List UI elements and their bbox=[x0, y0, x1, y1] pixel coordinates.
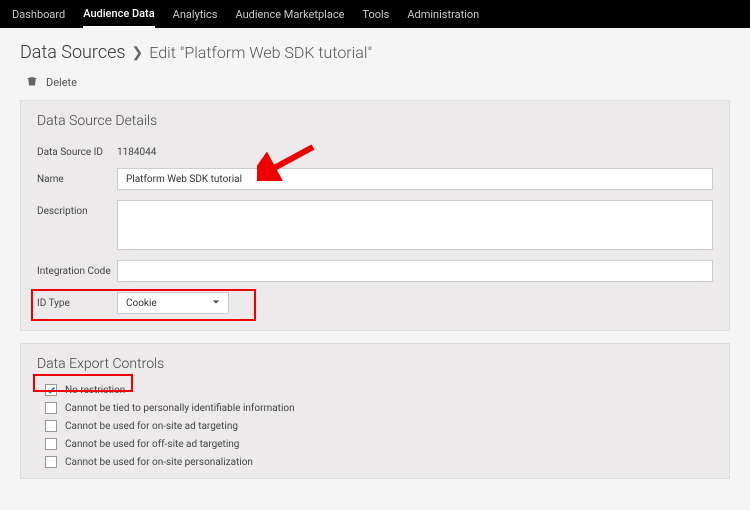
breadcrumb-current: Edit "Platform Web SDK tutorial" bbox=[149, 43, 372, 62]
checkbox-pii[interactable] bbox=[45, 402, 57, 414]
export-item-label: No restriction bbox=[65, 385, 125, 396]
nav-tools[interactable]: Tools bbox=[362, 2, 389, 27]
id-type-select-value: Cookie bbox=[126, 298, 157, 309]
row-name: Name bbox=[37, 168, 713, 190]
export-item-pii[interactable]: Cannot be tied to personally identifiabl… bbox=[45, 402, 713, 414]
export-item-label: Cannot be used for off-site ad targeting bbox=[65, 439, 239, 450]
integration-code-input[interactable] bbox=[117, 260, 713, 282]
chevron-down-icon bbox=[212, 298, 220, 309]
checkbox-onsite-personalization[interactable] bbox=[45, 456, 57, 468]
top-nav: Dashboard Audience Data Analytics Audien… bbox=[0, 0, 750, 28]
export-item-no-restriction[interactable]: No restriction bbox=[45, 384, 713, 396]
nav-dashboard[interactable]: Dashboard bbox=[12, 2, 65, 27]
label-integration-code: Integration Code bbox=[37, 260, 117, 277]
trash-icon bbox=[26, 75, 38, 90]
export-item-onsite-ad[interactable]: Cannot be used for on-site ad targeting bbox=[45, 420, 713, 432]
description-textarea[interactable] bbox=[117, 200, 713, 250]
page-body: Data Sources ❯ Edit "Platform Web SDK tu… bbox=[0, 28, 750, 497]
checkbox-no-restriction[interactable] bbox=[45, 384, 57, 396]
row-description: Description bbox=[37, 200, 713, 250]
name-input[interactable] bbox=[117, 168, 713, 190]
breadcrumb-root[interactable]: Data Sources bbox=[20, 42, 126, 63]
export-list: No restriction Cannot be tied to persona… bbox=[37, 384, 713, 468]
delete-label: Delete bbox=[46, 76, 77, 89]
label-name: Name bbox=[37, 168, 117, 185]
nav-audience-marketplace[interactable]: Audience Marketplace bbox=[235, 2, 344, 27]
value-data-source-id: 1184044 bbox=[117, 141, 156, 158]
data-export-controls-panel: Data Export Controls No restriction Cann… bbox=[20, 343, 730, 479]
export-item-label: Cannot be tied to personally identifiabl… bbox=[65, 403, 295, 414]
label-description: Description bbox=[37, 200, 117, 217]
nav-administration[interactable]: Administration bbox=[407, 2, 479, 27]
nav-analytics[interactable]: Analytics bbox=[173, 2, 218, 27]
label-data-source-id: Data Source ID bbox=[37, 141, 117, 158]
chevron-right-icon: ❯ bbox=[132, 45, 144, 61]
row-data-source-id: Data Source ID 1184044 bbox=[37, 141, 713, 158]
export-item-offsite-ad[interactable]: Cannot be used for off-site ad targeting bbox=[45, 438, 713, 450]
delete-action[interactable]: Delete bbox=[20, 75, 730, 90]
breadcrumb: Data Sources ❯ Edit "Platform Web SDK tu… bbox=[20, 42, 730, 63]
export-item-label: Cannot be used for on-site ad targeting bbox=[65, 421, 238, 432]
export-item-onsite-personalization[interactable]: Cannot be used for on-site personalizati… bbox=[45, 456, 713, 468]
checkbox-offsite-ad[interactable] bbox=[45, 438, 57, 450]
id-type-select[interactable]: Cookie bbox=[117, 292, 229, 314]
export-item-label: Cannot be used for on-site personalizati… bbox=[65, 457, 253, 468]
row-integration-code: Integration Code bbox=[37, 260, 713, 282]
checkbox-onsite-ad[interactable] bbox=[45, 420, 57, 432]
row-id-type: ID Type Cookie bbox=[37, 292, 713, 314]
details-panel-title: Data Source Details bbox=[37, 113, 713, 129]
nav-audience-data[interactable]: Audience Data bbox=[83, 1, 154, 28]
data-source-details-panel: Data Source Details Data Source ID 11840… bbox=[20, 100, 730, 331]
label-id-type: ID Type bbox=[37, 292, 117, 309]
export-panel-title: Data Export Controls bbox=[37, 356, 713, 372]
